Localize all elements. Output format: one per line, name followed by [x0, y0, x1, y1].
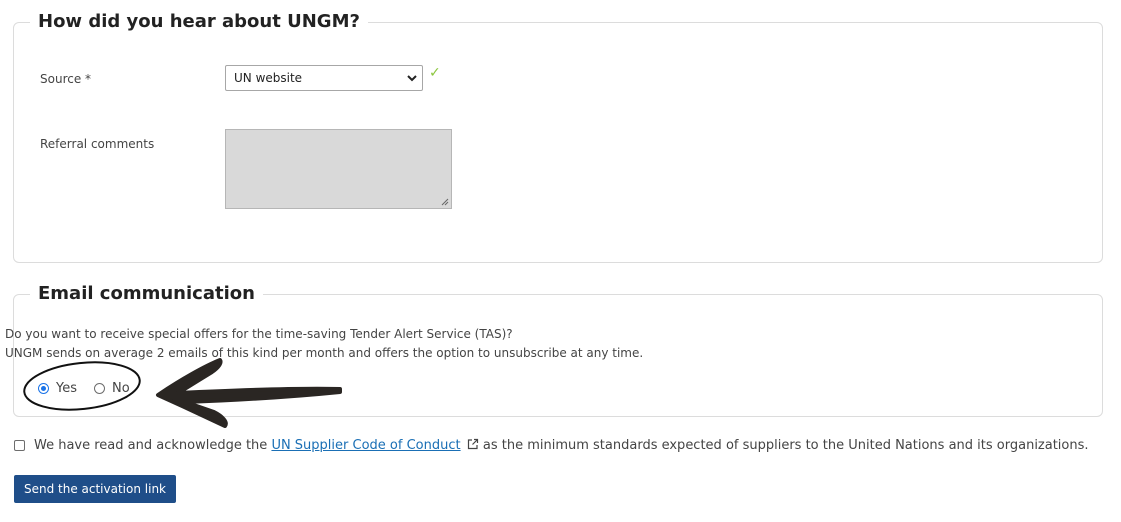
- annotation-circle: [23, 361, 141, 411]
- annotation-arrow-icon: [156, 358, 342, 428]
- annotation-overlay: [23, 358, 342, 428]
